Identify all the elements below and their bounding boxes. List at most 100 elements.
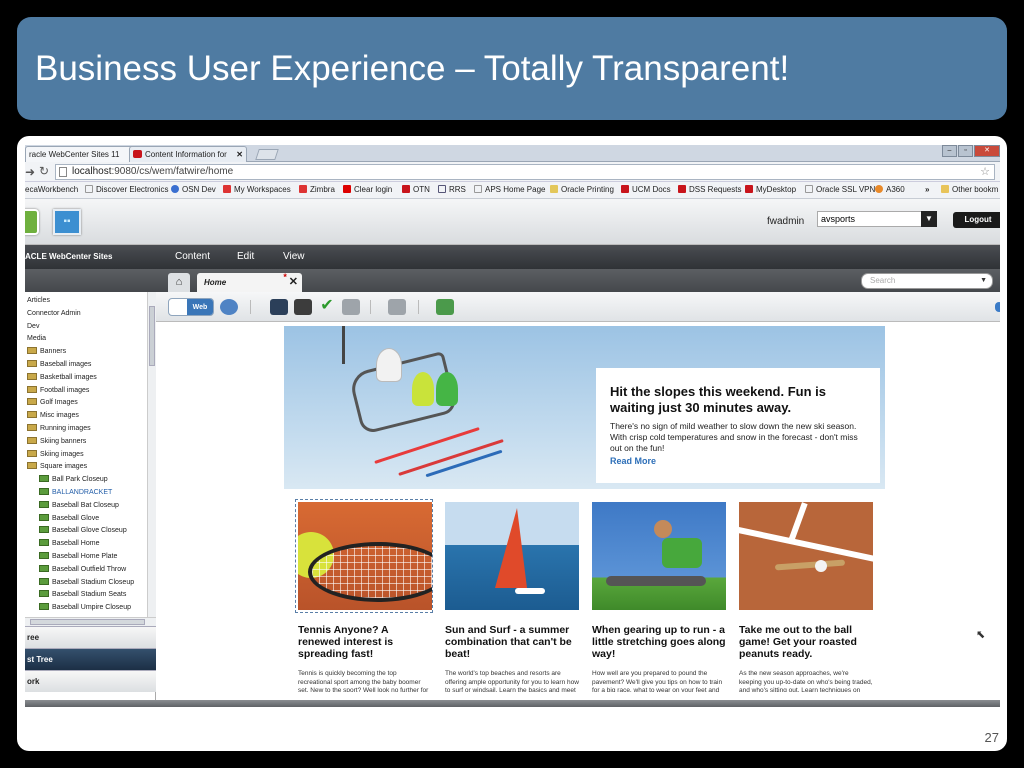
accordion-work[interactable]: ork (25, 670, 156, 692)
bookmark-item[interactable]: Oracle SSL VPN (805, 185, 875, 195)
tree-folder-item[interactable]: Golf Images (27, 398, 78, 407)
chevron-down-icon[interactable]: ▼ (921, 211, 937, 227)
card-title[interactable]: Sun and Surf - a summer combination that… (445, 624, 579, 660)
article-card[interactable]: Tennis Anyone? A renewed interest is spr… (295, 499, 433, 692)
forward-icon[interactable]: ➜ (25, 165, 35, 179)
tree-asset-item[interactable]: Baseball Stadium Seats (39, 590, 126, 599)
tree-asset-item[interactable]: Ball Park Closeup (39, 475, 108, 484)
article-card[interactable]: When gearing up to run - a little stretc… (592, 502, 726, 692)
bookmark-item[interactable]: My Workspaces (223, 185, 291, 195)
web-view-toggle[interactable]: Web (168, 298, 214, 316)
tree-asset-item[interactable]: Baseball Umpire Closeup (39, 603, 131, 612)
card-title[interactable]: When gearing up to run - a little stretc… (592, 624, 726, 660)
accordion-tree[interactable]: ree (25, 626, 156, 648)
tree-horizontal-scrollbar[interactable] (25, 617, 156, 626)
tab-home[interactable]: Home * ✕ (197, 272, 302, 292)
new-tab-button[interactable] (255, 149, 279, 160)
save-icon[interactable] (270, 299, 288, 315)
logout-button[interactable]: Logout (953, 212, 1000, 228)
tree-asset-item[interactable]: Baseball Stadium Closeup (39, 577, 134, 587)
window-close-icon[interactable]: ✕ (974, 145, 1000, 157)
close-icon[interactable]: ✕ (289, 273, 298, 292)
tree-item[interactable]: Dev (27, 322, 39, 331)
tree-folder-item[interactable]: Square images (27, 462, 87, 471)
slide-title: Business User Experience – Totally Trans… (35, 49, 790, 88)
scroll-thumb[interactable] (30, 619, 145, 625)
minimize-icon[interactable]: – (942, 145, 957, 157)
more-bookmarks-chevron-icon[interactable]: » (925, 185, 929, 195)
folder-icon (27, 385, 37, 393)
contributor-app-icon[interactable]: ▪▪ (53, 209, 81, 235)
menu-view[interactable]: View (283, 251, 305, 262)
bookmark-folder[interactable]: Other bookm (941, 185, 998, 195)
card-title[interactable]: Tennis Anyone? A renewed interest is spr… (298, 624, 432, 660)
bookmark-item[interactable]: UCM Docs (621, 185, 671, 195)
address-bar[interactable]: localhost:9080/cs/wem/fatwire/home ☆ (55, 164, 995, 180)
bookmark-item[interactable]: Oracle Printing (550, 185, 614, 195)
slide-body: racle WebCenter Sites 11✕ Content Inform… (17, 136, 1007, 751)
page-icon (805, 185, 813, 193)
tree-folder-item[interactable]: Misc images (27, 411, 79, 420)
tree-asset-item[interactable]: Baseball Glove (39, 513, 99, 523)
bookmark-item[interactable]: A360 (875, 185, 905, 195)
maximize-icon[interactable]: ▫ (958, 145, 973, 157)
a360-icon (875, 185, 883, 193)
tree-item[interactable]: Articles (27, 296, 50, 305)
card-title[interactable]: Take me out to the ball game! Get your r… (739, 624, 873, 660)
bookmark-item[interactable]: OSN Dev (171, 185, 216, 195)
tree-asset-item[interactable]: BALLANDRACKET (39, 488, 112, 497)
article-card[interactable]: Sun and Surf - a summer combination that… (445, 502, 579, 692)
tree-asset-item[interactable]: Baseball Outfield Throw (39, 564, 126, 574)
app-switch-icon[interactable] (25, 209, 39, 235)
browser-tab-strip: racle WebCenter Sites 11✕ Content Inform… (25, 145, 1000, 162)
rrs-icon (438, 185, 446, 193)
browser-tab-webcenter[interactable]: racle WebCenter Sites 11✕ (25, 146, 145, 162)
bookmark-item[interactable]: DSS Requests (678, 185, 741, 195)
tree-vertical-scrollbar[interactable] (147, 292, 156, 617)
app-menubar: ACLE WebCenter Sites Content Edit View (25, 245, 1000, 269)
bookmark-item[interactable]: Discover Electronics (85, 185, 168, 195)
bookmark-item[interactable]: APS Home Page (474, 185, 545, 195)
tree-item[interactable]: Connector Admin (27, 309, 81, 318)
search-input[interactable]: Search ▼ (861, 273, 993, 289)
bookmark-item[interactable]: ecaWorkbench (25, 185, 78, 195)
tree-asset-item[interactable]: Baseball Glove Closeup (39, 526, 127, 535)
delete-icon[interactable] (342, 299, 360, 315)
tree-folder-item[interactable]: Banners (27, 347, 66, 356)
tree-folder-item[interactable]: Skiing banners (27, 436, 86, 446)
tree-folder-item[interactable]: Running images (27, 424, 91, 433)
approve-icon[interactable] (294, 299, 312, 315)
form-view-icon[interactable] (388, 299, 406, 315)
tree-asset-item[interactable]: Baseball Bat Closeup (39, 500, 119, 510)
site-selector[interactable]: avsports ▼ (817, 211, 937, 227)
tree-folder-item[interactable]: Baseball images (27, 360, 91, 369)
menu-edit[interactable]: Edit (237, 251, 254, 262)
checkin-icon[interactable]: ✔ (318, 298, 336, 315)
scroll-thumb[interactable] (149, 306, 155, 366)
tree-folder-item[interactable]: Football images (27, 385, 89, 395)
reload-icon[interactable]: ↻ (39, 164, 49, 178)
bookmark-item[interactable]: RRS (438, 185, 466, 195)
chevron-down-icon[interactable]: ▼ (980, 274, 987, 288)
read-more-link[interactable]: Read More (610, 456, 866, 466)
tree-asset-item[interactable]: Baseball Home (39, 539, 99, 548)
side-expand-icon[interactable] (995, 302, 1000, 312)
bookmark-item[interactable]: OTN (402, 185, 430, 195)
tree-folder-item[interactable]: Basketball images (27, 372, 97, 382)
accordion-site-tree[interactable]: st Tree (25, 648, 156, 670)
close-icon[interactable]: ✕ (236, 147, 243, 162)
bookmark-star-icon[interactable]: ☆ (980, 165, 990, 179)
browser-tab-content-info[interactable]: Content Information for ✕ (129, 146, 247, 162)
runner-image (592, 502, 726, 610)
bookmark-item[interactable]: Zimbra (299, 185, 335, 195)
bookmark-item[interactable]: MyDesktop (745, 185, 796, 195)
bookmark-item[interactable]: Clear login (343, 185, 392, 195)
tree-asset-item[interactable]: Baseball Home Plate (39, 552, 117, 561)
article-card[interactable]: Take me out to the ball game! Get your r… (739, 502, 873, 692)
menu-content[interactable]: Content (175, 251, 210, 262)
tree-folder-item[interactable]: Skiing images (27, 449, 84, 459)
home-icon[interactable]: ⌂ (168, 273, 190, 292)
publish-icon[interactable] (436, 299, 454, 315)
tree-item[interactable]: Media (27, 334, 46, 343)
preview-icon[interactable] (220, 299, 238, 315)
